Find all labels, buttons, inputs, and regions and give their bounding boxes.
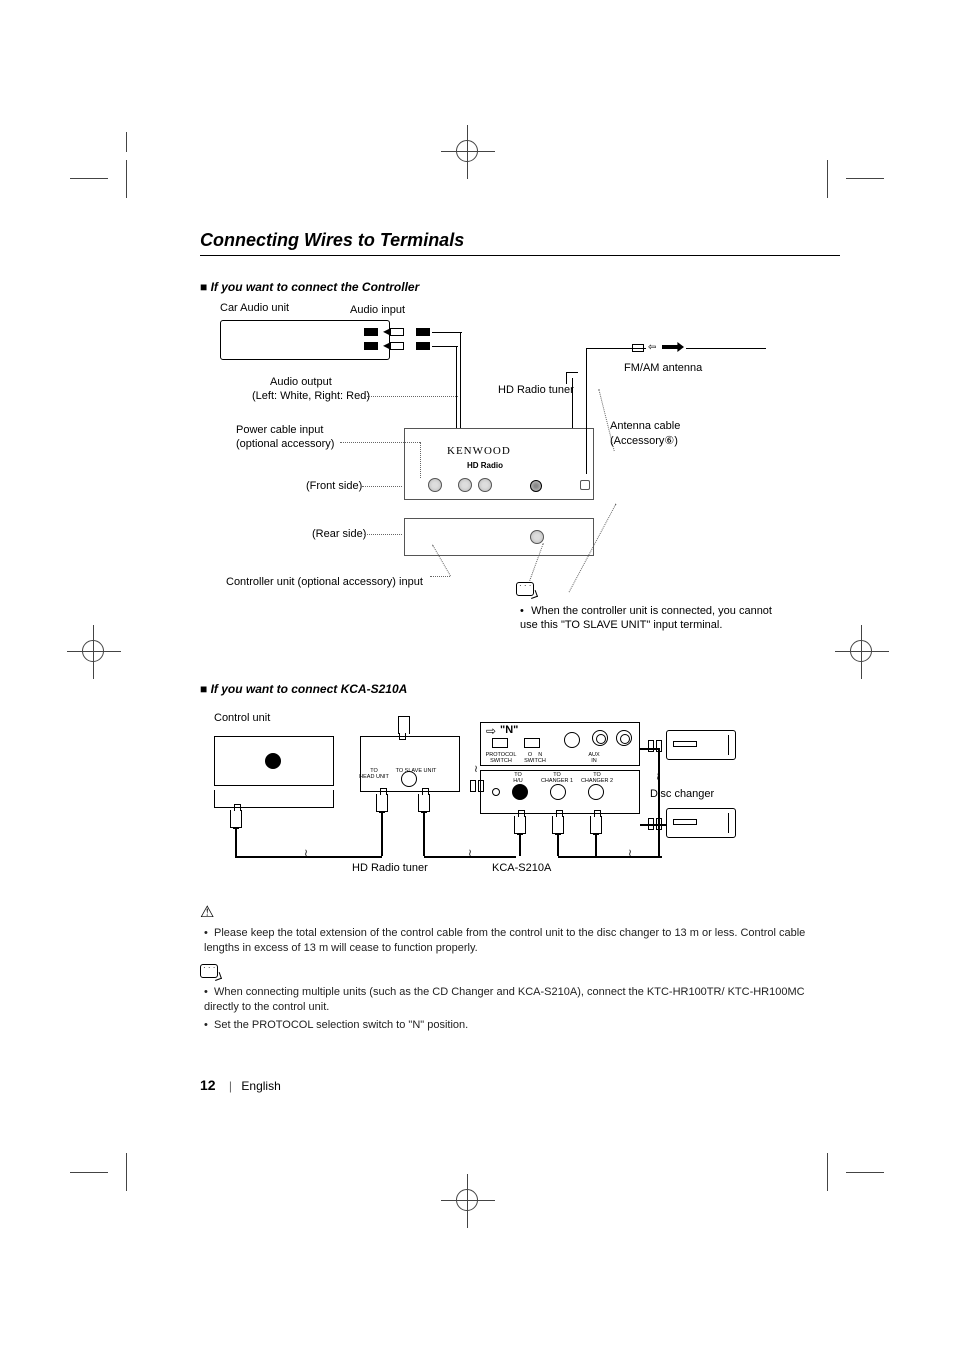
arrow-icon [486,724,496,738]
label-audio-output1: Audio output [270,376,332,388]
hd-tuner-box [360,736,460,792]
disc-changer-box [666,808,736,838]
label-antenna-cable1: Antenna cable [610,420,680,432]
jack [616,730,632,746]
rca-plug [416,342,430,350]
connector [648,740,662,752]
section-title: Connecting Wires to Terminals [200,230,840,256]
diagram-controller: Car Audio unit Audio input KENWOOD HD Ra… [200,308,840,648]
label-protocol-switch: PROTOCOL SWITCH [484,752,518,764]
subheading-kca: If you want to connect KCA-S210A [200,682,840,696]
label-to-head-unit: TO HEAD UNIT [356,768,392,780]
label-front-side: (Front side) [306,480,362,492]
brand-label: KENWOOD [447,445,511,457]
plug [552,816,564,834]
label-on-switch: O N SWITCH [520,752,550,764]
port-front [478,478,492,492]
note-icon [516,582,534,596]
register-mark-left [82,640,104,662]
connector [648,818,662,830]
label-kca: KCA-S210A [492,862,551,874]
label-aux-in: AUX IN [584,752,604,764]
connector [470,780,484,792]
register-mark-right [850,640,872,662]
hd-radio-tuner-rear [404,518,594,556]
subheading-controller: If you want to connect the Controller [200,280,840,294]
port-front [458,478,472,492]
rca-socket [390,328,404,336]
notes-block: ⚠ •Please keep the total extension of th… [200,902,840,1033]
label-audio-input: Audio input [350,304,405,316]
label-audio-output2: (Left: White, Right: Red) [252,390,370,402]
antenna-plug-icon [662,342,684,352]
control-unit-box [214,736,334,786]
label-control-unit: Control unit [214,712,270,724]
diagram-kca: Control unit TO HEAD UNIT TO SLAVE UNIT … [200,710,840,890]
rca-plug [416,328,430,336]
label-to-slave-unit: TO SLAVE UNIT [394,768,438,774]
label-hd-radio-tuner: HD Radio tuner [498,384,574,396]
antenna-socket [632,344,644,352]
warning-icon: ⚠ [200,902,840,922]
port-rear [530,530,544,544]
plug [418,794,430,812]
port [588,784,604,800]
note-warn1: Please keep the total extension of the c… [204,927,805,954]
label-to-changer1: TO CHANGER 1 [538,772,576,784]
jack [564,732,580,748]
antenna-port [580,480,590,490]
label-antenna-cable2: (Accessory⑥) [610,434,678,447]
car-audio-unit-box [220,320,390,360]
label-to-hu: TO H/U [506,772,530,784]
plug [398,716,410,734]
note-info2: Set the PROTOCOL selection switch to "N"… [214,1019,468,1031]
arrow-icon: ⇦ [648,342,656,353]
label-rear-side: (Rear side) [312,528,366,540]
label-power-cable1: Power cable input [236,424,323,436]
rca-plug [364,328,378,336]
rca-socket [390,342,404,350]
port [550,784,566,800]
page-footer: 12 | English [200,1077,281,1093]
switch-on [524,738,540,748]
control-unit-bottom [214,790,334,808]
disc-changer-box [666,730,736,760]
register-mark-top [456,140,478,162]
jack [592,730,608,746]
label-car-audio: Car Audio unit [220,302,289,314]
plug [230,810,242,828]
label-controller-input: Controller unit (optional accessory) inp… [226,576,423,588]
page-content: Connecting Wires to Terminals If you wan… [200,230,840,1037]
label-power-cable2: (optional accessory) [236,438,334,450]
page-language: English [241,1079,280,1093]
plug [514,816,526,834]
brand-sub-label: HD Radio [467,461,503,470]
note-slave-terminal: When the controller unit is connected, y… [520,605,772,631]
label-hd-tuner2: HD Radio tuner [352,862,428,874]
label-fm-am-antenna: FM/AM antenna [624,362,702,374]
register-mark-bottom [456,1189,478,1211]
plug [590,816,602,834]
plug [376,794,388,812]
label-to-changer2: TO CHANGER 2 [578,772,616,784]
label-n: "N" [500,724,518,736]
knob [530,480,542,492]
page-number: 12 [200,1077,216,1093]
note-icon [200,964,218,978]
port [512,784,528,800]
port-front [428,478,442,492]
switch-protocol [492,738,508,748]
note-info1: When connecting multiple units (such as … [204,986,805,1013]
rca-plug [364,342,378,350]
